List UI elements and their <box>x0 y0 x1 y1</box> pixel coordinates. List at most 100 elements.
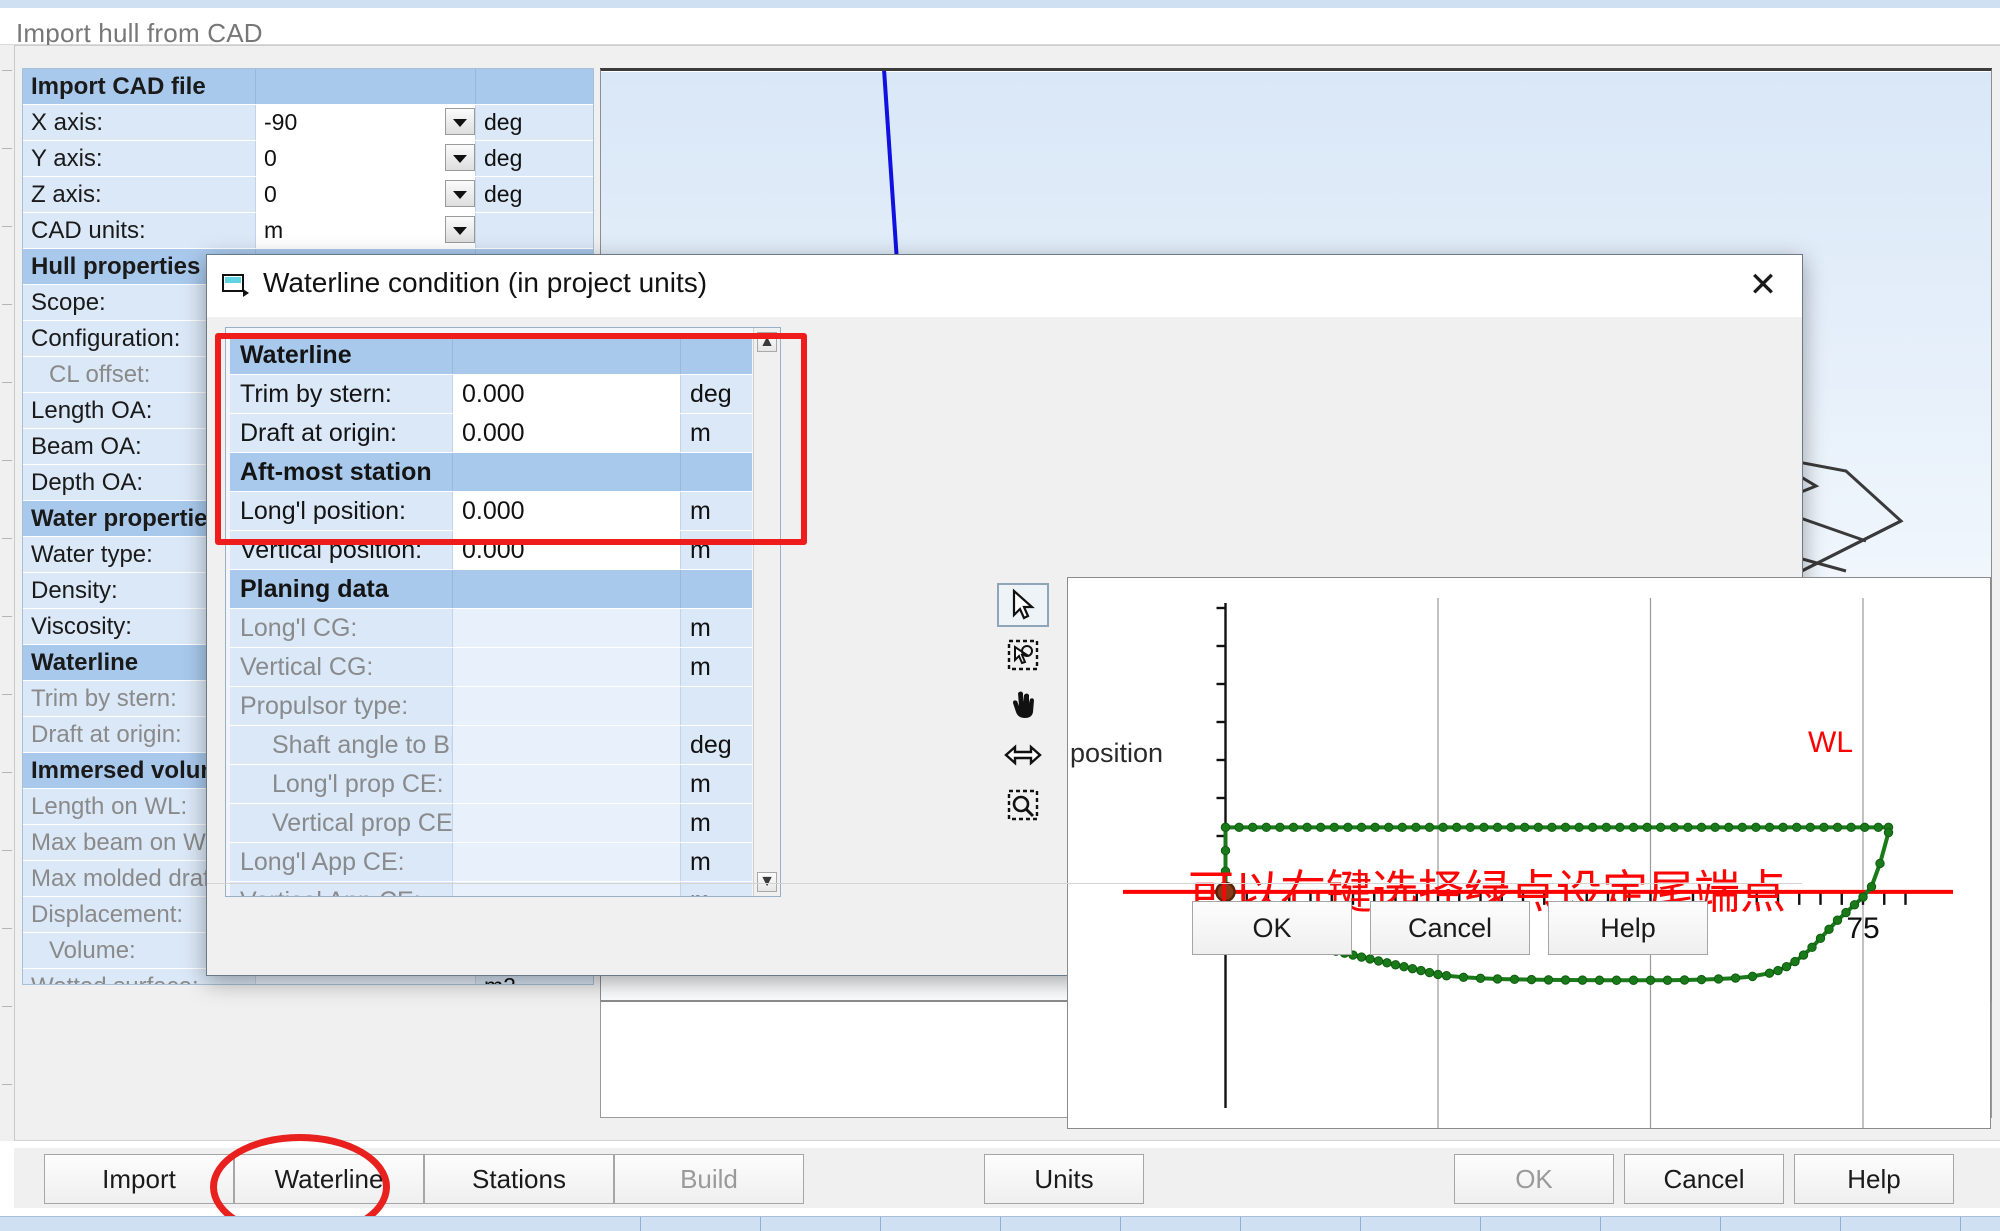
chart-data-point[interactable] <box>1262 823 1270 831</box>
chart-data-point[interactable] <box>1548 823 1556 831</box>
chart-data-point[interactable] <box>1711 823 1719 831</box>
dialog-cancel-button[interactable]: Cancel <box>1370 901 1530 955</box>
pan-hand-tool-icon[interactable] <box>997 683 1049 727</box>
dialog-ok-button[interactable]: OK <box>1192 901 1352 955</box>
chart-data-point[interactable] <box>1249 823 1257 831</box>
chart-data-point[interactable] <box>1480 823 1488 831</box>
dialog-property-row[interactable]: Propulsor type: <box>230 687 752 726</box>
chart-data-point[interactable] <box>1385 823 1393 831</box>
property-row[interactable]: Y axis:0deg <box>23 141 593 177</box>
chart-data-point[interactable] <box>1544 976 1552 984</box>
grid-rows[interactable]: WaterlineTrim by stern:0.000degDraft at … <box>230 336 752 897</box>
chart-data-point[interactable] <box>1629 823 1637 831</box>
chart-data-point[interactable] <box>1714 975 1722 983</box>
scroll-up-arrow[interactable]: ▲ <box>757 332 777 352</box>
chart-data-point[interactable] <box>1453 823 1461 831</box>
chevron-down-icon[interactable] <box>445 216 475 243</box>
chart-data-point[interactable] <box>1344 823 1352 831</box>
property-value[interactable]: 0 <box>255 141 475 176</box>
dialog-property-row[interactable]: Draft at origin:0.000m <box>230 414 752 453</box>
dialog-property-value[interactable] <box>452 804 680 842</box>
chart-data-point[interactable] <box>1425 823 1433 831</box>
dialog-property-value[interactable] <box>452 570 680 608</box>
close-icon[interactable]: ✕ <box>1736 263 1790 307</box>
chart-data-point[interactable] <box>1793 823 1801 831</box>
chart-data-point[interactable] <box>1289 823 1297 831</box>
chart-data-point[interactable] <box>1680 976 1688 984</box>
waterline-button[interactable]: Waterline <box>234 1154 424 1204</box>
dialog-property-value[interactable]: 0.000 <box>452 414 680 452</box>
dialog-property-value[interactable]: 0.000 <box>452 492 680 530</box>
property-value[interactable]: 0 <box>255 177 475 212</box>
chart-data-point[interactable] <box>1738 823 1746 831</box>
select-region-tool-icon[interactable] <box>997 633 1049 677</box>
chart-data-point[interactable] <box>1616 823 1624 831</box>
property-row[interactable]: Z axis:0deg <box>23 177 593 213</box>
chart-data-point[interactable] <box>1561 823 1569 831</box>
chart-data-point[interactable] <box>1825 925 1833 933</box>
chart-data-point[interactable] <box>1276 823 1284 831</box>
chart-data-point[interactable] <box>1765 823 1773 831</box>
dialog-property-row[interactable]: Long'l prop CE:m <box>230 765 752 804</box>
chart-data-point[interactable] <box>1534 823 1542 831</box>
chart-data-point[interactable] <box>1820 823 1828 831</box>
chart-data-point[interactable] <box>1303 823 1311 831</box>
chart-data-point[interactable] <box>1850 901 1858 909</box>
chart-data-point[interactable] <box>1876 859 1884 867</box>
dialog-property-row[interactable]: Long'l position:0.000m <box>230 492 752 531</box>
dialog-property-row[interactable]: Long'l CG:m <box>230 609 752 648</box>
chart-data-point[interactable] <box>1643 823 1651 831</box>
window-cancel-button[interactable]: Cancel <box>1624 1154 1784 1204</box>
chart-data-point[interactable] <box>1466 823 1474 831</box>
property-value[interactable]: m <box>255 213 475 248</box>
chart-data-point[interactable] <box>1725 823 1733 831</box>
dialog-property-value[interactable] <box>452 687 680 725</box>
chart-data-point[interactable] <box>1527 975 1535 983</box>
chart-data-point[interactable] <box>1507 823 1515 831</box>
chart-data-point[interactable] <box>1697 823 1705 831</box>
dialog-property-row[interactable]: Vertical CG:m <box>230 648 752 687</box>
property-value[interactable] <box>255 69 475 104</box>
dialog-property-row[interactable]: Vertical position:0.000m <box>230 531 752 570</box>
chart-data-point[interactable] <box>1371 823 1379 831</box>
chart-data-point[interactable] <box>1561 976 1569 984</box>
chevron-down-icon[interactable] <box>445 108 475 135</box>
chart-data-point[interactable] <box>1595 976 1603 984</box>
window-help-button[interactable]: Help <box>1794 1154 1954 1204</box>
chart-data-point[interactable] <box>1731 974 1739 982</box>
dialog-help-button[interactable]: Help <box>1548 901 1708 955</box>
zoom-region-tool-icon[interactable] <box>997 783 1049 827</box>
chart-data-point[interactable] <box>1752 823 1760 831</box>
chart-data-point[interactable] <box>1874 823 1882 831</box>
dialog-property-row[interactable]: Trim by stern:0.000deg <box>230 375 752 414</box>
hull-profile-plot[interactable]: 0255075 position WL 可以右键选择绿点设定尾端点 <box>1067 577 1991 1129</box>
chevron-down-icon[interactable] <box>445 144 475 171</box>
chart-data-point[interactable] <box>1221 846 1229 854</box>
dialog-property-row[interactable]: Long'l App CE:m <box>230 843 752 882</box>
chart-data-point[interactable] <box>1833 916 1841 924</box>
waterline-condition-dialog[interactable]: Waterline condition (in project units) ✕… <box>206 254 1803 976</box>
chart-data-point[interactable] <box>1578 976 1586 984</box>
chart-data-point[interactable] <box>1663 976 1671 984</box>
dialog-property-value[interactable] <box>452 648 680 686</box>
chart-data-point[interactable] <box>1493 975 1501 983</box>
chart-data-point[interactable] <box>1398 823 1406 831</box>
chart-data-point[interactable] <box>1629 976 1637 984</box>
dialog-property-value[interactable] <box>452 726 680 764</box>
chart-data-point[interactable] <box>1412 823 1420 831</box>
dialog-property-value[interactable] <box>452 336 680 374</box>
chart-data-point[interactable] <box>1646 976 1654 984</box>
property-row[interactable]: CAD units:m <box>23 213 593 249</box>
units-button[interactable]: Units <box>984 1154 1144 1204</box>
chart-data-point[interactable] <box>1779 823 1787 831</box>
chart-data-point[interactable] <box>1816 934 1824 942</box>
chart-data-point[interactable] <box>1589 823 1597 831</box>
chart-data-point[interactable] <box>1657 823 1665 831</box>
chart-data-point[interactable] <box>1808 943 1816 951</box>
chart-data-point[interactable] <box>1612 976 1620 984</box>
chart-data-point[interactable] <box>1521 823 1529 831</box>
waterline-property-grid[interactable]: WaterlineTrim by stern:0.000degDraft at … <box>225 327 781 897</box>
chart-data-point[interactable] <box>1833 823 1841 831</box>
chart-data-point[interactable] <box>1575 823 1583 831</box>
grid-scrollbar[interactable]: ▲ ▼ <box>753 328 780 896</box>
